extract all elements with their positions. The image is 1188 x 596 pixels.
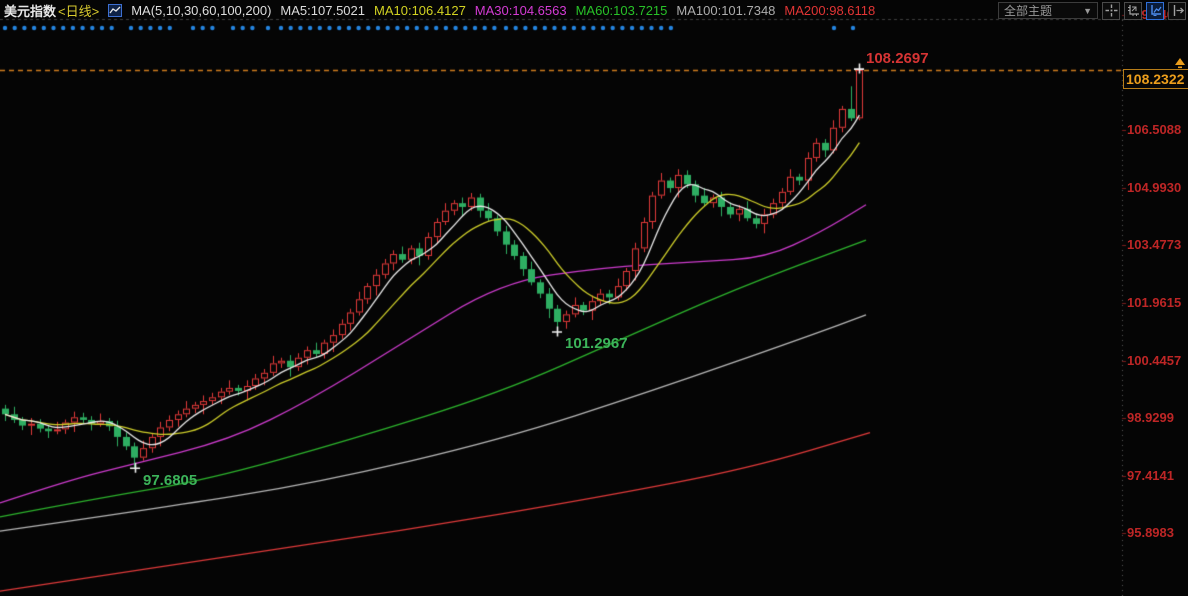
ma100-value: MA100:101.7348 xyxy=(676,3,775,18)
theme-dropdown-label: 全部主题 xyxy=(1004,2,1052,19)
ma200-value: MA200:98.6118 xyxy=(784,3,875,18)
ma60-value: MA60:103.7215 xyxy=(576,3,668,18)
ma10-value: MA10:106.4127 xyxy=(374,3,466,18)
ma30-value: MA30:104.6563 xyxy=(475,3,567,18)
axis-scale-icon[interactable] xyxy=(1124,2,1142,20)
theme-dropdown[interactable]: 全部主题 ▼ xyxy=(998,2,1098,19)
symbol-title: 美元指数 xyxy=(4,1,56,20)
mini-chart-icon[interactable] xyxy=(108,4,122,17)
chevron-down-icon: ▼ xyxy=(1083,6,1092,16)
trading-chart-app: 美元指数 <日线> MA(5,10,30,60,100,200) MA5:107… xyxy=(0,0,1188,596)
candlestick-chart[interactable] xyxy=(0,0,1188,596)
popout-icon[interactable] xyxy=(1168,2,1186,20)
legend-bar: 美元指数 <日线> MA(5,10,30,60,100,200) MA5:107… xyxy=(4,1,875,20)
period-label[interactable]: <日线> xyxy=(58,1,99,20)
toolbar-actions: 全部主题 ▼ xyxy=(998,2,1186,20)
ma-group-label: MA(5,10,30,60,100,200) xyxy=(131,3,271,18)
ma5-value: MA5:107.5021 xyxy=(280,3,365,18)
crosshair-icon[interactable] xyxy=(1102,2,1120,20)
chart-style-icon[interactable] xyxy=(1146,2,1164,20)
toolbar: 美元指数 <日线> MA(5,10,30,60,100,200) MA5:107… xyxy=(0,0,1188,20)
